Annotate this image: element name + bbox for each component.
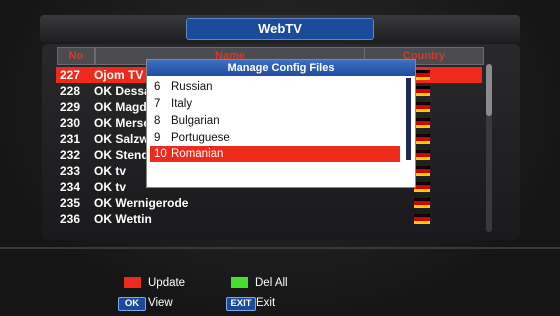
list-scrollbar-thumb[interactable] <box>486 64 492 116</box>
germany-flag-icon <box>414 118 430 128</box>
germany-flag-icon <box>414 70 430 80</box>
config-item-number: 9 <box>154 132 161 144</box>
column-header-no: No <box>57 47 95 65</box>
channel-number: 235 <box>60 196 81 210</box>
config-item-label: Bulgarian <box>171 115 220 127</box>
germany-flag-icon <box>414 182 430 192</box>
germany-flag-icon <box>414 86 430 96</box>
config-item-number: 6 <box>154 81 161 93</box>
config-item-label: Romanian <box>171 148 224 160</box>
channel-number: 231 <box>60 132 81 146</box>
config-item[interactable]: 9 Portuguese <box>150 130 400 146</box>
germany-flag-icon <box>414 166 430 176</box>
channel-number: 227 <box>60 68 81 82</box>
germany-flag-icon <box>414 134 430 144</box>
channel-number: 232 <box>60 148 81 162</box>
channel-number: 236 <box>60 212 81 226</box>
config-item-label: Portuguese <box>171 132 230 144</box>
channel-name: OK Wernigerode <box>94 196 189 210</box>
view-label[interactable]: View <box>148 296 173 310</box>
red-key-icon <box>124 277 141 288</box>
page-title: WebTV <box>186 18 374 40</box>
ok-key-icon: OK <box>118 297 146 311</box>
channel-number: 230 <box>60 116 81 130</box>
channel-number: 228 <box>60 84 81 98</box>
manage-config-dialog: Manage Config Files 6 Russian 7 Italy 8 Bul… <box>146 59 416 188</box>
config-item[interactable]: 8 Bulgarian <box>150 113 400 129</box>
exit-key-icon: EXIT <box>226 297 256 311</box>
update-label[interactable]: Update <box>148 276 185 290</box>
germany-flag-icon <box>414 150 430 160</box>
germany-flag-icon <box>414 214 430 224</box>
config-item-number: 8 <box>154 115 161 127</box>
green-key-icon <box>231 277 248 288</box>
del-all-label[interactable]: Del All <box>255 276 288 290</box>
config-item-number: 10 <box>154 148 167 160</box>
config-item-label: Italy <box>171 98 193 110</box>
config-item[interactable]: 7 Italy <box>150 96 400 112</box>
config-item-label: Russian <box>171 81 213 93</box>
germany-flag-icon <box>414 198 430 208</box>
dialog-scrollbar-thumb[interactable] <box>406 78 411 160</box>
channel-number: 229 <box>60 100 81 114</box>
dialog-title: Manage Config Files <box>147 60 415 76</box>
config-item[interactable]: 6 Russian <box>150 79 400 95</box>
exit-label[interactable]: Exit <box>256 296 275 310</box>
channel-number: 233 <box>60 164 81 178</box>
config-item-number: 7 <box>154 98 161 110</box>
config-item-selected[interactable]: 10 Romanian <box>150 146 400 162</box>
germany-flag-icon <box>414 102 430 112</box>
channel-number: 234 <box>60 180 81 194</box>
channel-name: OK Wettin <box>94 212 152 226</box>
footer-divider <box>0 247 560 249</box>
